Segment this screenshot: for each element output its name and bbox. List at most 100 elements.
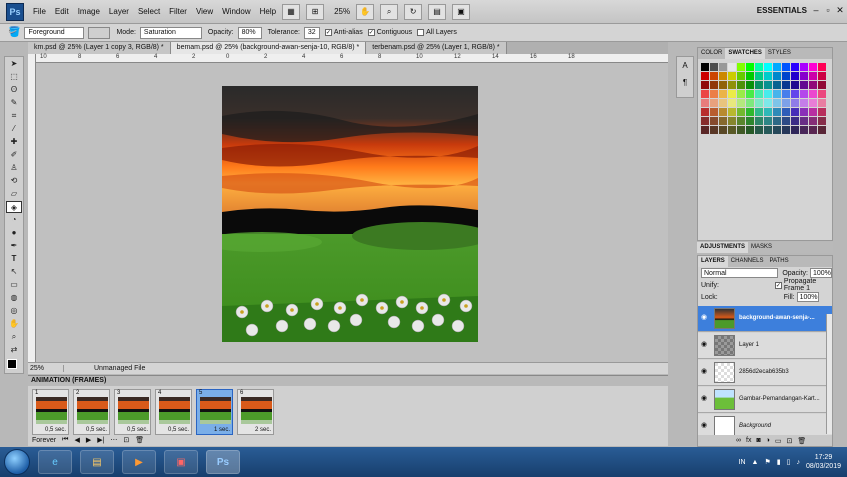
menu-select[interactable]: Select (138, 7, 160, 16)
color-swatch[interactable] (809, 108, 817, 116)
color-swatch[interactable] (755, 72, 763, 80)
color-swatch[interactable] (800, 117, 808, 125)
color-swatch[interactable] (746, 63, 754, 71)
color-swatch[interactable] (728, 81, 736, 89)
color-swatch[interactable] (809, 63, 817, 71)
tab-km[interactable]: km.psd @ 25% (Layer 1 copy 3, RGB/8) * (28, 42, 171, 54)
frame-delay[interactable]: 0,5 sec. (86, 427, 107, 433)
language-indicator[interactable]: IN (739, 459, 746, 466)
color-swatch[interactable] (773, 108, 781, 116)
foreground-color-swatch[interactable] (7, 359, 17, 369)
color-swatch[interactable] (728, 90, 736, 98)
color-swatch[interactable] (719, 108, 727, 116)
color-swatch[interactable] (755, 99, 763, 107)
frame-delay[interactable]: 2 sec. (255, 427, 271, 433)
color-swatch[interactable] (710, 126, 718, 134)
zoom-tool-icon[interactable]: ⌕ (380, 3, 399, 20)
tolerance-input[interactable]: 32 (303, 26, 320, 39)
hand-tool-icon[interactable]: ✋ (6, 318, 22, 330)
fill-input[interactable]: 100% (796, 292, 819, 302)
loop-select[interactable]: Forever (32, 437, 56, 444)
color-swatch[interactable] (746, 126, 754, 134)
color-swatch[interactable] (818, 117, 826, 125)
brush-tool-icon[interactable]: ✐ (6, 149, 22, 161)
visibility-eye-icon[interactable]: ◉ (700, 314, 708, 322)
color-swatch[interactable] (800, 72, 808, 80)
visibility-eye-icon[interactable]: ◉ (700, 368, 708, 376)
menu-help[interactable]: Help (260, 7, 276, 16)
color-swatch[interactable] (755, 126, 763, 134)
layer-row[interactable]: ◉ Gambar-Pemandangan-Kart... (698, 387, 832, 413)
menu-layer[interactable]: Layer (109, 7, 129, 16)
hand-tool-icon[interactable]: ✋ (356, 3, 375, 20)
move-tool-icon[interactable]: ➤ (6, 58, 22, 70)
network-icon[interactable]: ▮ (777, 458, 781, 466)
color-swatch[interactable] (818, 72, 826, 80)
healing-brush-tool-icon[interactable]: ✚ (6, 136, 22, 148)
frame-delay[interactable]: 0,5 sec. (127, 427, 148, 433)
visibility-eye-icon[interactable]: ◉ (700, 341, 708, 349)
character-panel-icon[interactable]: A (677, 61, 693, 70)
blend-mode-select[interactable]: Normal (701, 268, 779, 278)
pen-tool-icon[interactable]: ✒ (6, 240, 22, 252)
animation-frame[interactable]: 4 0,5 sec. (155, 389, 192, 435)
visibility-eye-icon[interactable]: ◉ (700, 422, 708, 430)
visibility-eye-icon[interactable]: ◉ (700, 395, 708, 403)
color-swatch[interactable] (809, 117, 817, 125)
restore-icon[interactable]: ▫ (823, 5, 833, 15)
color-swatch[interactable] (791, 90, 799, 98)
color-swatch[interactable] (791, 81, 799, 89)
animation-frame[interactable]: 2 0,5 sec. (73, 389, 110, 435)
3d-rotate-tool-icon[interactable]: ◍ (6, 292, 22, 304)
play-icon[interactable]: ▶ (86, 436, 91, 444)
group-icon[interactable]: ▭ (775, 437, 782, 445)
menu-window[interactable]: Window (222, 7, 250, 16)
color-swatch[interactable] (701, 99, 709, 107)
color-swatch[interactable] (755, 81, 763, 89)
delete-layer-icon[interactable]: 🗑 (797, 437, 806, 445)
color-swatch[interactable] (746, 108, 754, 116)
color-swatch[interactable] (737, 99, 745, 107)
tab-styles[interactable]: STYLES (765, 48, 794, 59)
contiguous-checkbox[interactable]: ✓ (367, 29, 375, 36)
color-swatch[interactable] (818, 99, 826, 107)
animation-frame[interactable]: 3 0,5 sec. (114, 389, 151, 435)
canvas-area[interactable] (36, 63, 668, 362)
color-swatch[interactable] (818, 81, 826, 89)
color-swatch[interactable] (728, 117, 736, 125)
paint-bucket-tool-icon[interactable]: ◈ (6, 201, 22, 213)
workspace-switcher[interactable]: ESSENTIALS (757, 6, 807, 15)
color-swatch[interactable] (719, 63, 727, 71)
color-swatch[interactable] (737, 117, 745, 125)
delete-frame-icon[interactable]: 🗑 (135, 436, 144, 444)
color-swatch[interactable] (719, 99, 727, 107)
fill-source-select[interactable]: Foreground (24, 26, 85, 39)
tab-color[interactable]: COLOR (698, 48, 725, 59)
layer-opacity-input[interactable]: 100% (810, 268, 832, 278)
color-swatch[interactable] (719, 117, 727, 125)
arrange-documents-icon[interactable]: ▤ (428, 3, 447, 20)
color-swatch[interactable] (800, 90, 808, 98)
color-swatch[interactable] (782, 108, 790, 116)
color-swatch[interactable] (710, 117, 718, 125)
flag-icon[interactable]: ⚑ (764, 458, 770, 466)
layer-row[interactable]: ◉ 2856d2ecab635b3 (698, 360, 832, 386)
color-swatch[interactable] (809, 126, 817, 134)
color-swatch[interactable] (701, 90, 709, 98)
pattern-picker[interactable] (88, 26, 111, 39)
color-swatch[interactable] (701, 126, 709, 134)
color-swatch[interactable] (755, 117, 763, 125)
new-frame-icon[interactable]: ⊡ (123, 436, 129, 444)
color-swatch[interactable] (809, 81, 817, 89)
tab-channels[interactable]: CHANNELS (728, 256, 767, 267)
color-swatch[interactable] (710, 81, 718, 89)
color-swatch[interactable] (800, 81, 808, 89)
color-swatch[interactable] (764, 99, 772, 107)
marquee-tool-icon[interactable]: ⬚ (6, 71, 22, 83)
color-swatch[interactable] (791, 63, 799, 71)
bridge-icon[interactable]: ▦ (282, 3, 301, 20)
color-swatch[interactable] (764, 72, 772, 80)
minimize-icon[interactable]: – (811, 5, 821, 15)
color-swatch[interactable] (764, 108, 772, 116)
color-swatch[interactable] (746, 72, 754, 80)
